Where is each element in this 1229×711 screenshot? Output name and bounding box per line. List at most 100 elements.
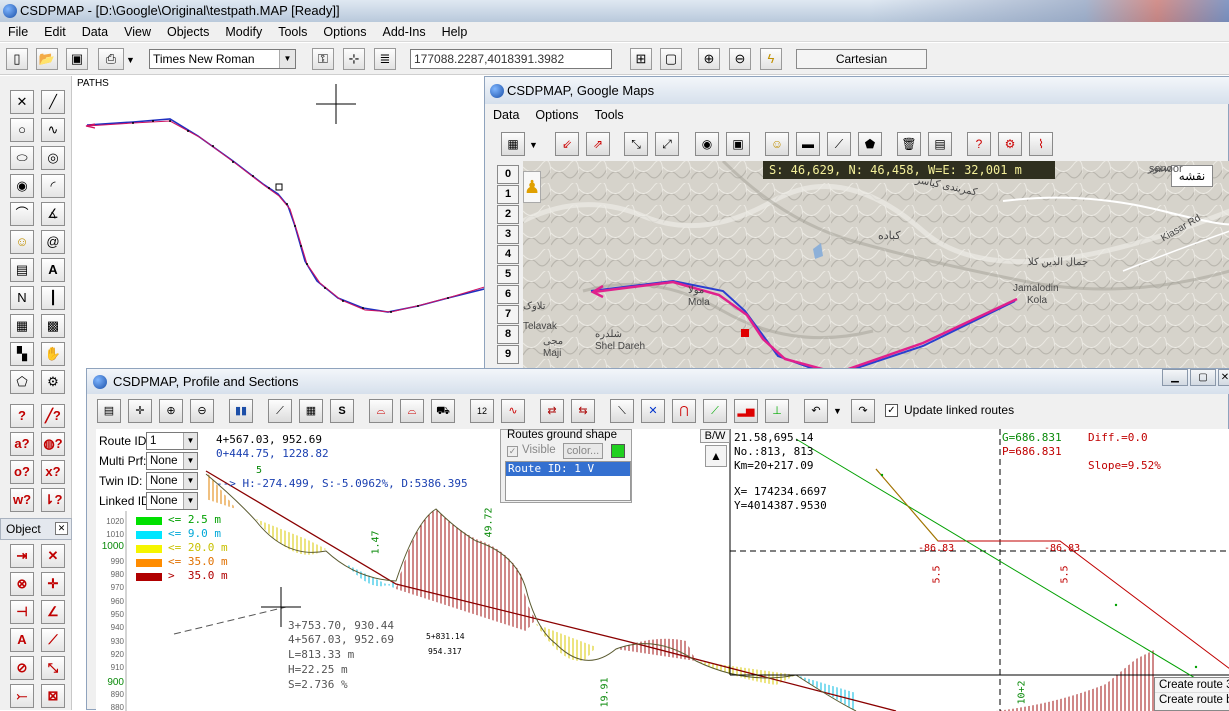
street-view-pegman-icon[interactable]: ♟ bbox=[523, 171, 541, 203]
route-id-select[interactable]: 1 ▼ bbox=[146, 432, 198, 450]
cross-section-icon[interactable]: ⋂ bbox=[672, 399, 696, 423]
ring-tool-icon[interactable]: ◉ bbox=[10, 174, 34, 198]
menu-create-route-3d[interactable]: Create route 3d bbox=[1155, 678, 1229, 692]
slope-icon[interactable]: ⟍ bbox=[610, 399, 634, 423]
curve-chart-icon[interactable]: ∿ bbox=[501, 399, 525, 423]
zoom-in-icon[interactable]: ⊕ bbox=[159, 399, 183, 423]
print-icon[interactable]: ⎙ bbox=[98, 48, 124, 70]
multi-prf-select[interactable]: None ▼ bbox=[146, 452, 198, 470]
lightning-icon[interactable]: ϟ bbox=[760, 48, 782, 70]
zoom-level-0[interactable]: 0 bbox=[497, 165, 519, 184]
key-icon[interactable]: ⚿ bbox=[312, 48, 334, 70]
profile-bars-icon[interactable]: ▮▮ bbox=[229, 399, 253, 423]
undo-icon[interactable]: ↶ bbox=[804, 399, 828, 423]
map-settings-icon[interactable]: ▦ bbox=[501, 132, 525, 156]
zoom-level-7[interactable]: 7 bbox=[497, 305, 519, 324]
section-s-icon[interactable]: S bbox=[330, 399, 354, 423]
polyline-icon[interactable]: ⟋ bbox=[827, 132, 851, 156]
color-button[interactable]: color... bbox=[563, 443, 603, 459]
vehicle-icon[interactable]: ⛟ bbox=[431, 399, 455, 423]
zoom-level-9[interactable]: 9 bbox=[497, 345, 519, 364]
settings-gear-icon[interactable]: ⚙ bbox=[998, 132, 1022, 156]
zoom-level-8[interactable]: 8 bbox=[497, 325, 519, 344]
coord-system-button[interactable]: Cartesian bbox=[796, 49, 927, 69]
close-icon[interactable]: ✕ bbox=[55, 522, 68, 535]
menu-view[interactable]: View bbox=[116, 25, 159, 39]
menu-modify[interactable]: Modify bbox=[217, 25, 270, 39]
snap-end-icon[interactable]: ⇥ bbox=[10, 544, 34, 568]
chevron-down-icon[interactable]: ▼ bbox=[833, 406, 842, 416]
calculator-icon[interactable]: ▤ bbox=[928, 132, 952, 156]
image-tool-icon[interactable]: ▤ bbox=[10, 258, 34, 282]
menu-options[interactable]: Options bbox=[315, 25, 374, 39]
angle-tool-icon[interactable]: ∡ bbox=[41, 202, 65, 226]
delete-object-icon[interactable]: ✕ bbox=[10, 90, 34, 114]
hatch-tool-icon[interactable]: ▩ bbox=[41, 314, 65, 338]
menu-help[interactable]: Help bbox=[434, 25, 476, 39]
route-list-item[interactable]: Route ID: 1 V bbox=[506, 462, 630, 476]
swap-icon[interactable]: ⇆ bbox=[571, 399, 595, 423]
transition-icon[interactable]: ⊥ bbox=[765, 399, 789, 423]
menu-create-route-bo[interactable]: Create route bo bbox=[1155, 692, 1229, 707]
arrows-icon[interactable]: ⇄ bbox=[540, 399, 564, 423]
box-3d-icon[interactable]: ▦ bbox=[10, 314, 34, 338]
snap-tangent-icon[interactable]: ⟋ bbox=[41, 628, 65, 652]
help-query-icon[interactable]: ? bbox=[967, 132, 991, 156]
minimize-icon[interactable]: ▁ bbox=[1162, 369, 1188, 386]
polygon-icon[interactable]: ⬟ bbox=[858, 132, 882, 156]
snap-perpendicular-icon[interactable]: ⊣ bbox=[10, 600, 34, 624]
snap-box-icon[interactable]: ⊠ bbox=[41, 684, 65, 708]
redo-icon[interactable]: ↷ bbox=[851, 399, 875, 423]
ellipse-tool-icon[interactable]: ⬭ bbox=[10, 146, 34, 170]
single-window-icon[interactable]: ▢ bbox=[660, 48, 682, 70]
blocks-tool-icon[interactable]: ▚ bbox=[10, 342, 34, 366]
linked-id-select[interactable]: None ▼ bbox=[146, 492, 198, 510]
grade-line-icon[interactable]: ⟋ bbox=[268, 399, 292, 423]
query-origin-icon[interactable]: o? bbox=[10, 460, 34, 484]
query-volume-icon[interactable]: ◍? bbox=[41, 432, 65, 456]
zoom-in-icon[interactable]: ⊕ bbox=[698, 48, 720, 70]
dimension-tool-icon[interactable]: ┃ bbox=[41, 286, 65, 310]
grid-snap-icon[interactable]: ⊹ bbox=[343, 48, 365, 70]
snap-center-icon[interactable]: ⊗ bbox=[10, 572, 34, 596]
drawing-canvas[interactable]: PATHS bbox=[73, 76, 488, 376]
menu-tools[interactable]: Tools bbox=[270, 25, 315, 39]
curve-tool-icon[interactable]: ∿ bbox=[41, 118, 65, 142]
polygon-tool-icon[interactable]: ⬠ bbox=[10, 370, 34, 394]
menu-file[interactable]: File bbox=[0, 25, 36, 39]
menu-addins[interactable]: Add-Ins bbox=[374, 25, 433, 39]
menu-data[interactable]: Data bbox=[74, 25, 116, 39]
open-folder-icon[interactable]: 📂 bbox=[36, 48, 58, 70]
query-x-icon[interactable]: x? bbox=[41, 460, 65, 484]
signal-bars-icon[interactable]: ▂▅ bbox=[734, 399, 758, 423]
smiley-icon[interactable]: ☺ bbox=[10, 230, 34, 254]
close-icon[interactable]: ✕ bbox=[1218, 369, 1229, 386]
text-tool-icon[interactable]: A bbox=[41, 258, 65, 282]
coords-field[interactable]: 177088.2287,4018391.3982 bbox=[410, 49, 612, 69]
route-list[interactable]: Route ID: 1 V bbox=[505, 461, 631, 501]
bw-toggle-button[interactable]: B/W bbox=[700, 429, 730, 443]
layers-icon[interactable]: ≣ bbox=[374, 48, 396, 70]
line-tool-icon[interactable]: ╱ bbox=[41, 90, 65, 114]
profile-canvas[interactable]: Route ID: 1 ▼ Multi Prf: None ▼ Twin ID:… bbox=[96, 429, 1229, 711]
profile-chart-icon[interactable]: ⌇ bbox=[1029, 132, 1053, 156]
snap-line-icon[interactable]: ⤚ bbox=[10, 684, 34, 708]
rectangle-icon[interactable]: ▬ bbox=[796, 132, 820, 156]
snap-nearest-icon[interactable]: ⊘ bbox=[10, 656, 34, 680]
query-point-icon[interactable]: ? bbox=[10, 404, 34, 428]
pan-hand-icon[interactable]: ✋ bbox=[41, 342, 65, 366]
print-dropdown-arrow[interactable]: ▼ bbox=[126, 55, 135, 65]
tile-windows-icon[interactable]: ⊞ bbox=[630, 48, 652, 70]
zoom-level-3[interactable]: 3 bbox=[497, 225, 519, 244]
settings-gear-icon[interactable]: ⚙ bbox=[41, 370, 65, 394]
zoom-level-5[interactable]: 5 bbox=[497, 265, 519, 284]
zoom-level-4[interactable]: 4 bbox=[497, 245, 519, 264]
trash-icon[interactable]: 🗑 bbox=[897, 132, 921, 156]
cut-fill-alt-icon[interactable]: ⌓ bbox=[400, 399, 424, 423]
zoom-level-2[interactable]: 2 bbox=[497, 205, 519, 224]
zoom-circle-icon[interactable]: ◎ bbox=[41, 146, 65, 170]
maximize-icon[interactable]: ▢ bbox=[1190, 369, 1216, 386]
save-icon[interactable]: ▣ bbox=[66, 48, 88, 70]
query-line-icon[interactable]: ╱? bbox=[41, 404, 65, 428]
map-view[interactable]: ♟ نقشه سنور sanoor تلاوک Telavak مجی Maj… bbox=[523, 161, 1229, 371]
